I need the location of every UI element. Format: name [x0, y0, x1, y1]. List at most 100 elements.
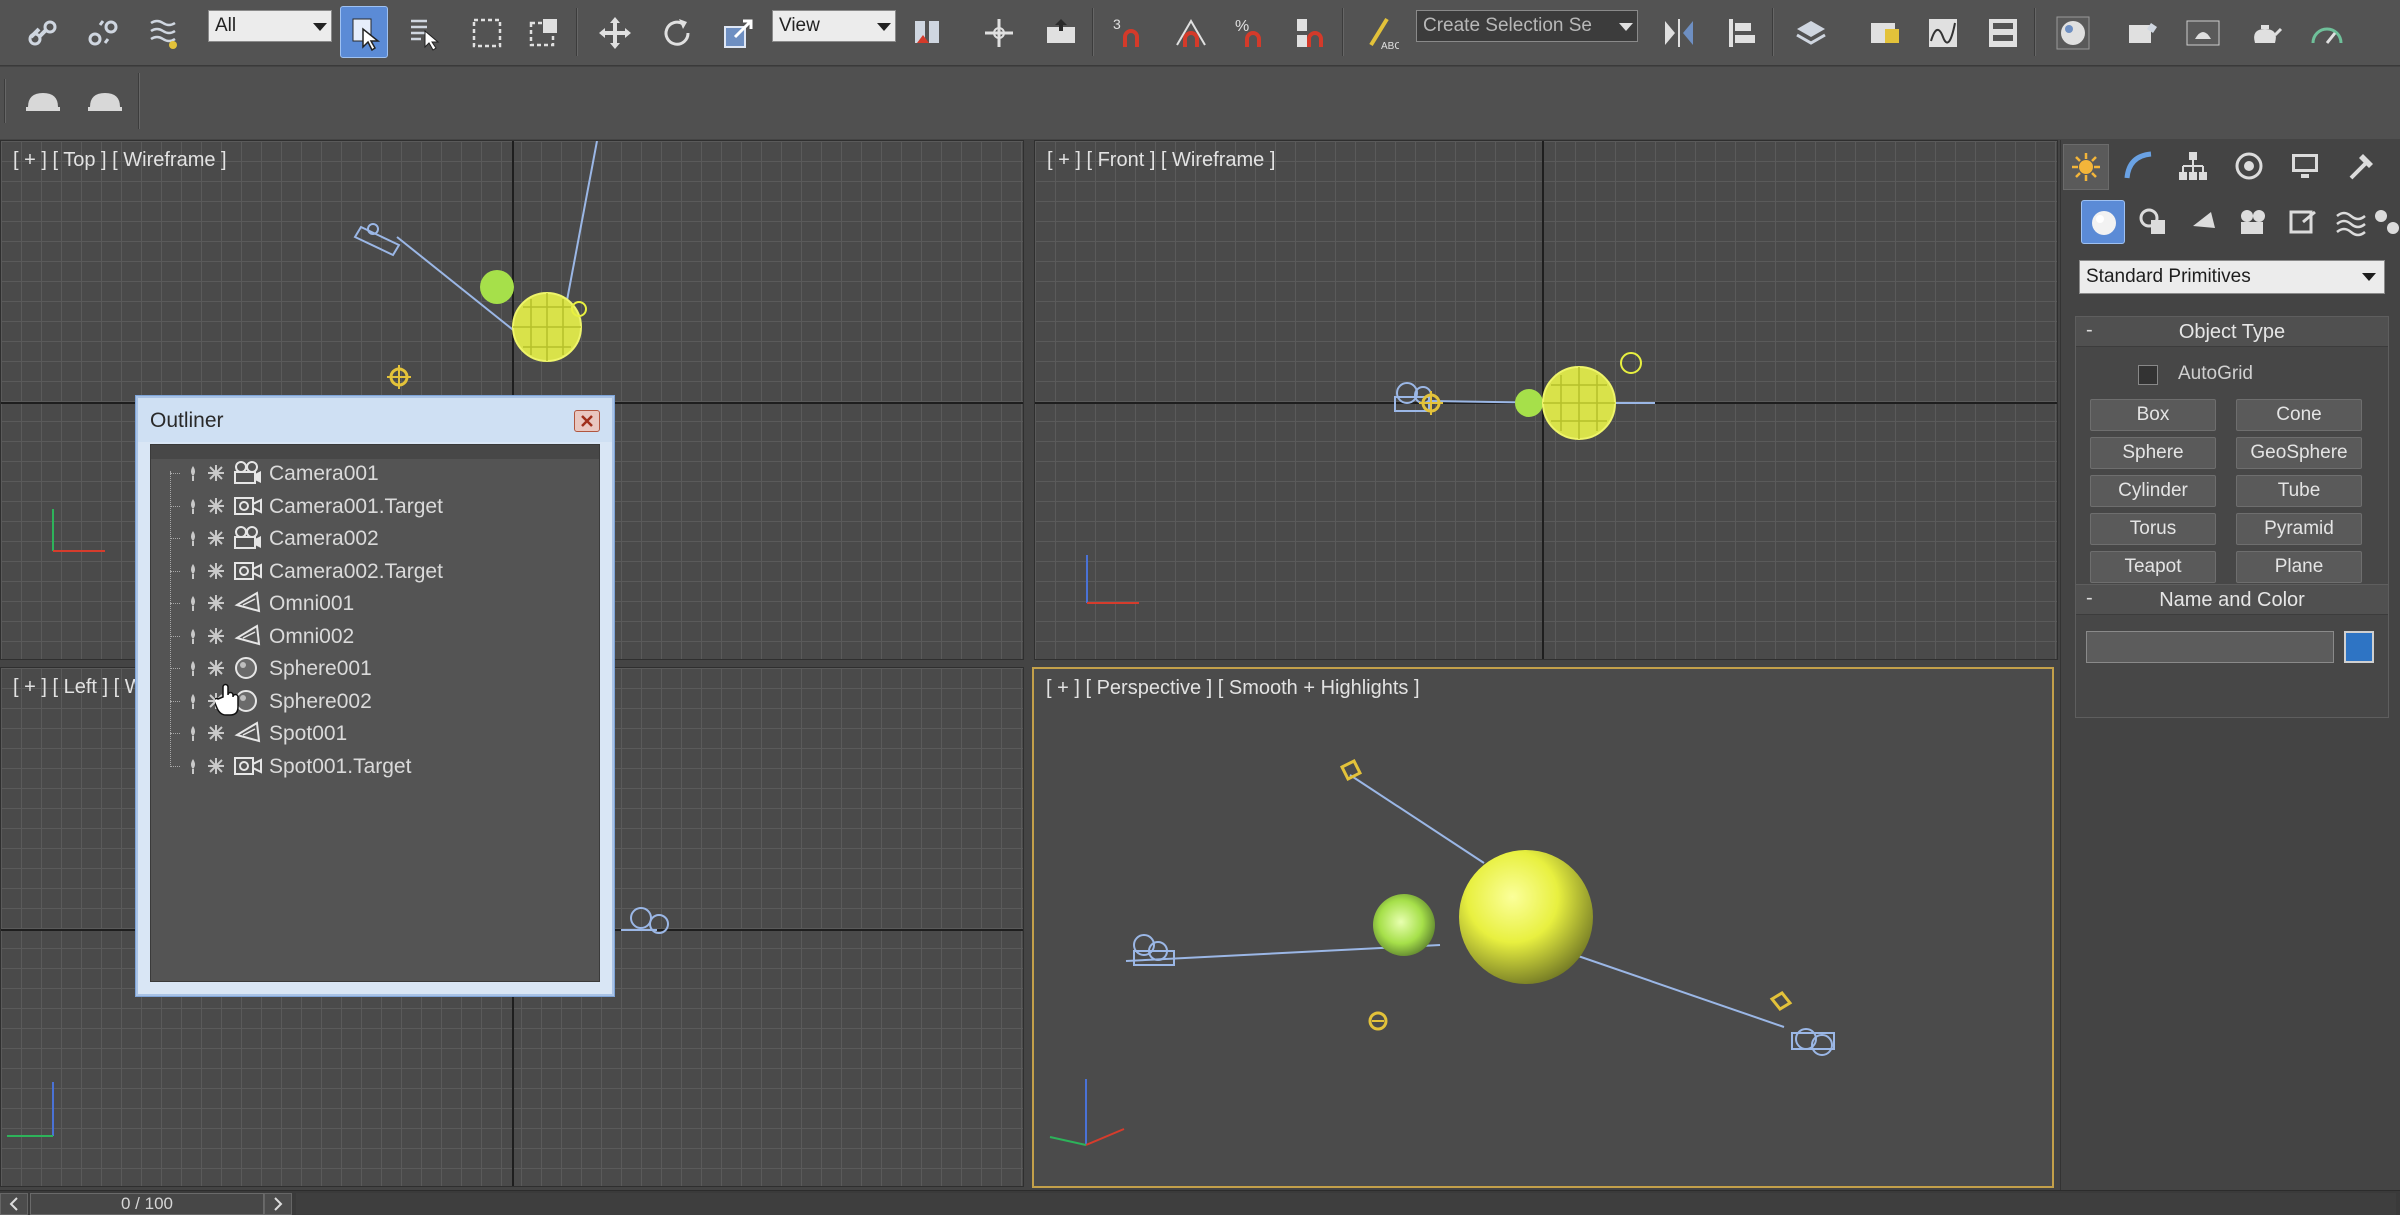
primitive-category-dropdown[interactable]: Standard Primitives	[2079, 260, 2385, 294]
outliner-item[interactable]: Spot001.Target	[151, 750, 591, 782]
select-and-move-button[interactable]	[590, 6, 638, 58]
category-helpers[interactable]	[2281, 200, 2325, 244]
rendered-frame-window-button[interactable]	[2178, 6, 2226, 58]
rectangular-selection-button[interactable]	[462, 6, 510, 58]
sphere-small-front[interactable]	[1515, 389, 1543, 417]
spot-light-perspective[interactable]	[1339, 758, 1363, 782]
curve-editor-button[interactable]	[1918, 6, 1966, 58]
select-and-scale-button[interactable]	[714, 6, 762, 58]
freeze-snowflake-icon[interactable]	[207, 594, 225, 612]
sphere-large-front[interactable]	[1542, 366, 1616, 440]
category-geometry[interactable]	[2081, 200, 2125, 244]
sphere-small-top[interactable]	[480, 270, 514, 304]
outliner-item[interactable]: Sphere001	[151, 652, 591, 684]
category-shapes[interactable]	[2131, 200, 2175, 244]
omni-light-perspective[interactable]	[1368, 1011, 1388, 1031]
render-production-button[interactable]	[2240, 6, 2288, 58]
primitive-sphere-button[interactable]: Sphere	[2090, 437, 2216, 469]
visibility-bulb-icon[interactable]	[185, 724, 201, 742]
sphere-large-top[interactable]	[512, 292, 582, 362]
reference-coordinate-dropdown[interactable]: View	[772, 10, 896, 42]
primitive-box-button[interactable]: Box	[2090, 399, 2216, 431]
category-lights[interactable]	[2181, 200, 2225, 244]
window-crossing-button[interactable]	[520, 6, 568, 58]
spinner-snap-button[interactable]	[1286, 6, 1334, 58]
open-container-button[interactable]	[82, 81, 128, 121]
selection-filter-dropdown[interactable]: All	[208, 10, 332, 42]
outliner-item[interactable]: Camera001.Target	[151, 490, 591, 522]
visibility-bulb-icon[interactable]	[185, 757, 201, 775]
primitive-geosphere-button[interactable]: GeoSphere	[2236, 437, 2362, 469]
outliner-item[interactable]: Camera002	[151, 522, 591, 554]
sphere-large-perspective[interactable]	[1459, 850, 1593, 984]
category-cameras[interactable]	[2231, 200, 2275, 244]
time-slider-track[interactable]	[296, 1193, 2396, 1215]
edit-named-selection-button[interactable]: ABC	[1356, 6, 1404, 58]
select-and-rotate-button[interactable]	[652, 6, 700, 58]
align-button[interactable]	[1716, 6, 1764, 58]
containers-button[interactable]	[20, 81, 66, 121]
camera-top-icon[interactable]	[353, 223, 401, 257]
render-setup-button[interactable]	[2118, 6, 2166, 58]
primitive-torus-button[interactable]: Torus	[2090, 513, 2216, 545]
visibility-bulb-icon[interactable]	[185, 529, 201, 547]
outliner-tree[interactable]: Camera001 Camera001.Target Camera002 Camera…	[150, 444, 600, 982]
tab-utilities[interactable]	[2339, 144, 2385, 190]
light-target-front[interactable]	[1620, 352, 1642, 374]
named-selection-sets-dropdown[interactable]: Create Selection Se	[1416, 10, 1638, 42]
material-editor-button[interactable]	[2048, 6, 2096, 58]
freeze-snowflake-icon[interactable]	[207, 659, 225, 677]
layer-manager-button[interactable]	[1786, 6, 1834, 58]
tab-motion[interactable]	[2227, 144, 2273, 190]
freeze-snowflake-icon[interactable]	[207, 627, 225, 645]
freeze-snowflake-icon[interactable]	[207, 529, 225, 547]
bind-to-space-warp-icon[interactable]	[140, 6, 188, 58]
tab-modify[interactable]	[2117, 144, 2163, 190]
outliner-titlebar[interactable]: Outliner	[138, 398, 612, 442]
scene-explorer-button[interactable]	[1860, 6, 1908, 58]
select-and-manipulate-button[interactable]	[974, 6, 1022, 58]
visibility-bulb-icon[interactable]	[185, 464, 201, 482]
outliner-item[interactable]: Omni001	[151, 587, 591, 619]
viewport-perspective[interactable]: [ + ] [ Perspective ] [ Smooth + Highlig…	[1032, 667, 2054, 1188]
outliner-item[interactable]: Camera002.Target	[151, 555, 591, 587]
tab-hierarchy[interactable]	[2171, 144, 2217, 190]
outliner-item[interactable]: Camera001	[151, 457, 591, 489]
mirror-button[interactable]	[1654, 6, 1702, 58]
camera-perspective-right[interactable]	[1791, 1028, 1835, 1056]
percent-snap-button[interactable]: %	[1226, 6, 1274, 58]
object-color-swatch[interactable]	[2344, 631, 2374, 663]
name-and-color-rollout-header[interactable]: - Name and Color	[2076, 585, 2388, 615]
outliner-item[interactable]: Omni002	[151, 620, 591, 652]
outliner-window[interactable]: Outliner Camera001 Camera001.Target Camera…	[136, 396, 614, 996]
sphere-small-perspective[interactable]	[1373, 894, 1435, 956]
keyboard-shortcut-override-button[interactable]	[1036, 6, 1084, 58]
primitive-cone-button[interactable]: Cone	[2236, 399, 2362, 431]
time-slider[interactable]: 0 / 100	[0, 1190, 2400, 1215]
freeze-snowflake-icon[interactable]	[207, 724, 225, 742]
primitive-cylinder-button[interactable]: Cylinder	[2090, 475, 2216, 507]
freeze-snowflake-icon[interactable]	[207, 497, 225, 515]
primitive-plane-button[interactable]: Plane	[2236, 551, 2362, 583]
freeze-snowflake-icon[interactable]	[207, 464, 225, 482]
object-name-input[interactable]	[2086, 631, 2334, 663]
light-target-perspective[interactable]	[1769, 991, 1793, 1011]
visibility-bulb-icon[interactable]	[185, 594, 201, 612]
snaps-toggle-button[interactable]: 3	[1104, 6, 1152, 58]
select-and-link-icon[interactable]	[18, 6, 66, 58]
unlink-selection-icon[interactable]	[78, 6, 126, 58]
viewport-front[interactable]: [ + ] [ Front ] [ Wireframe ]	[1034, 140, 2058, 660]
visibility-bulb-icon[interactable]	[185, 562, 201, 580]
visibility-bulb-icon[interactable]	[185, 692, 201, 710]
angle-snap-button[interactable]	[1166, 6, 1214, 58]
visibility-bulb-icon[interactable]	[185, 497, 201, 515]
time-slider-thumb[interactable]: 0 / 100	[30, 1193, 264, 1215]
omni-light-top[interactable]	[387, 365, 411, 389]
primitive-teapot-button[interactable]: Teapot	[2090, 551, 2216, 583]
freeze-snowflake-icon[interactable]	[207, 562, 225, 580]
tab-display[interactable]	[2283, 144, 2329, 190]
tab-create[interactable]	[2063, 144, 2109, 190]
autogrid-checkbox[interactable]	[2138, 365, 2158, 385]
outliner-item[interactable]: Spot001	[151, 717, 591, 749]
object-type-rollout-header[interactable]: - Object Type	[2076, 317, 2388, 347]
